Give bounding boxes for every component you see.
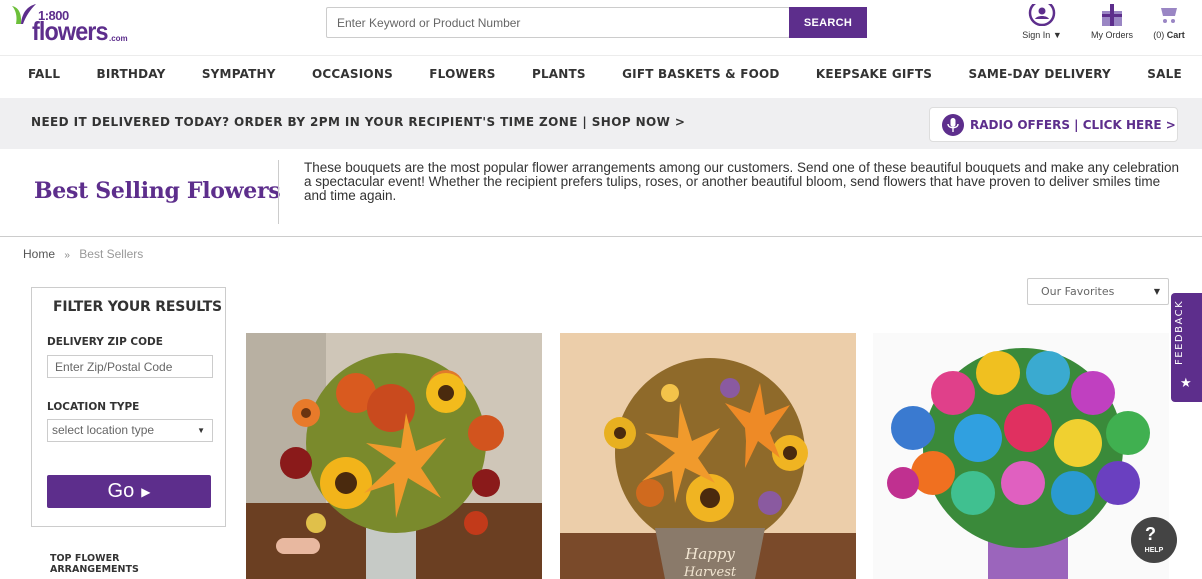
feedback-tab[interactable]: FEEDBACK ★ bbox=[1171, 293, 1202, 402]
nav-item-same-day-delivery[interactable]: SAME-DAY DELIVERY bbox=[969, 67, 1111, 81]
breadcrumb-current: Best Sellers bbox=[79, 247, 144, 261]
logo-word: flowers bbox=[32, 16, 109, 46]
embossed-happy-text: Happy bbox=[684, 545, 735, 563]
sort-select[interactable]: Our Favorites ▼ bbox=[1027, 278, 1169, 305]
filter-panel: FILTER YOUR RESULTS DELIVERY ZIP CODE LO… bbox=[31, 287, 226, 527]
sort-selected-value: Our Favorites bbox=[1041, 285, 1115, 298]
go-button[interactable]: Go ▶ bbox=[47, 475, 211, 508]
sign-in-menu[interactable]: Sign In ▼ bbox=[1012, 4, 1072, 40]
embossed-harvest-text: Harvest bbox=[683, 565, 737, 579]
logo-suffix: .com bbox=[109, 34, 128, 43]
location-label: LOCATION TYPE bbox=[47, 401, 140, 413]
breadcrumb-separator: » bbox=[64, 250, 70, 261]
location-selected-value: select location type bbox=[52, 423, 155, 437]
search-button[interactable]: SEARCH bbox=[789, 7, 867, 38]
same-day-promo-link[interactable]: NEED IT DELIVERED TODAY? ORDER BY 2PM IN… bbox=[31, 115, 685, 129]
zip-label: DELIVERY ZIP CODE bbox=[47, 336, 163, 348]
zip-input[interactable] bbox=[47, 355, 213, 378]
site-logo[interactable]: 1:800 flowers .com bbox=[12, 4, 132, 48]
gift-box-icon bbox=[1102, 4, 1122, 26]
product-card-1[interactable] bbox=[246, 333, 542, 579]
breadcrumb: Home » Best Sellers bbox=[23, 247, 143, 261]
main-nav: FALL BIRTHDAY SYMPATHY OCCASIONS FLOWERS… bbox=[0, 55, 1202, 91]
user-icon bbox=[1028, 4, 1056, 26]
question-bubble-icon: ? bbox=[1145, 524, 1156, 544]
page-title: Best Selling Flowers bbox=[34, 178, 281, 204]
nav-item-gift-baskets[interactable]: GIFT BASKETS & FOOD bbox=[622, 67, 779, 81]
product-card-2[interactable]: Happy Harvest bbox=[560, 333, 856, 579]
cart-label: Cart bbox=[1166, 30, 1185, 40]
nav-item-flowers[interactable]: FLOWERS bbox=[429, 67, 495, 81]
top-arrangements-heading[interactable]: TOP FLOWER ARRANGEMENTS bbox=[50, 553, 160, 575]
nav-item-fall[interactable]: FALL bbox=[28, 67, 60, 81]
section-divider bbox=[0, 236, 1202, 237]
page-intro: These bouquets are the most popular flow… bbox=[304, 160, 1180, 203]
microphone-icon bbox=[942, 113, 964, 136]
nav-item-occasions[interactable]: OCCASIONS bbox=[312, 67, 393, 81]
my-orders-link[interactable]: My Orders bbox=[1082, 4, 1142, 40]
filter-title: FILTER YOUR RESULTS bbox=[53, 299, 222, 315]
feedback-label: FEEDBACK bbox=[1174, 299, 1185, 365]
help-button[interactable]: ? HELP bbox=[1131, 517, 1177, 563]
product-image-rainbow-roses[interactable] bbox=[873, 333, 1169, 579]
play-arrow-icon: ▶ bbox=[141, 484, 151, 499]
cart-count: (0) bbox=[1153, 30, 1165, 40]
cart-link[interactable]: (0) Cart bbox=[1144, 4, 1194, 40]
location-type-select[interactable]: select location type ▼ bbox=[47, 419, 213, 442]
product-image-fall-bouquet[interactable] bbox=[246, 333, 542, 579]
star-icon: ★ bbox=[1180, 375, 1192, 390]
chevron-down-icon: ▼ bbox=[1153, 287, 1160, 296]
nav-item-sympathy[interactable]: SYMPATHY bbox=[202, 67, 276, 81]
go-label: Go bbox=[107, 480, 135, 502]
chevron-down-icon: ▼ bbox=[1052, 30, 1062, 40]
product-image-happy-harvest[interactable]: Happy Harvest bbox=[560, 333, 856, 579]
title-divider bbox=[278, 160, 279, 224]
cart-icon bbox=[1161, 8, 1177, 23]
my-orders-label: My Orders bbox=[1090, 30, 1133, 40]
chevron-down-icon: ▼ bbox=[197, 426, 205, 435]
search-input[interactable] bbox=[326, 7, 790, 38]
help-label: HELP bbox=[1144, 547, 1164, 554]
radio-offers-button[interactable]: RADIO OFFERS | CLICK HERE > bbox=[929, 107, 1178, 142]
site-header: 1:800 flowers .com SEARCH Sign In ▼ My O… bbox=[0, 0, 1202, 52]
sign-in-label: Sign In bbox=[1022, 30, 1051, 40]
breadcrumb-home[interactable]: Home bbox=[23, 247, 55, 261]
nav-item-sale[interactable]: SALE bbox=[1147, 67, 1182, 81]
product-card-3[interactable] bbox=[873, 333, 1169, 579]
nav-item-keepsake-gifts[interactable]: KEEPSAKE GIFTS bbox=[816, 67, 932, 81]
nav-item-birthday[interactable]: BIRTHDAY bbox=[97, 67, 166, 81]
nav-item-plants[interactable]: PLANTS bbox=[532, 67, 586, 81]
radio-offers-label: RADIO OFFERS | CLICK HERE > bbox=[970, 117, 1176, 132]
